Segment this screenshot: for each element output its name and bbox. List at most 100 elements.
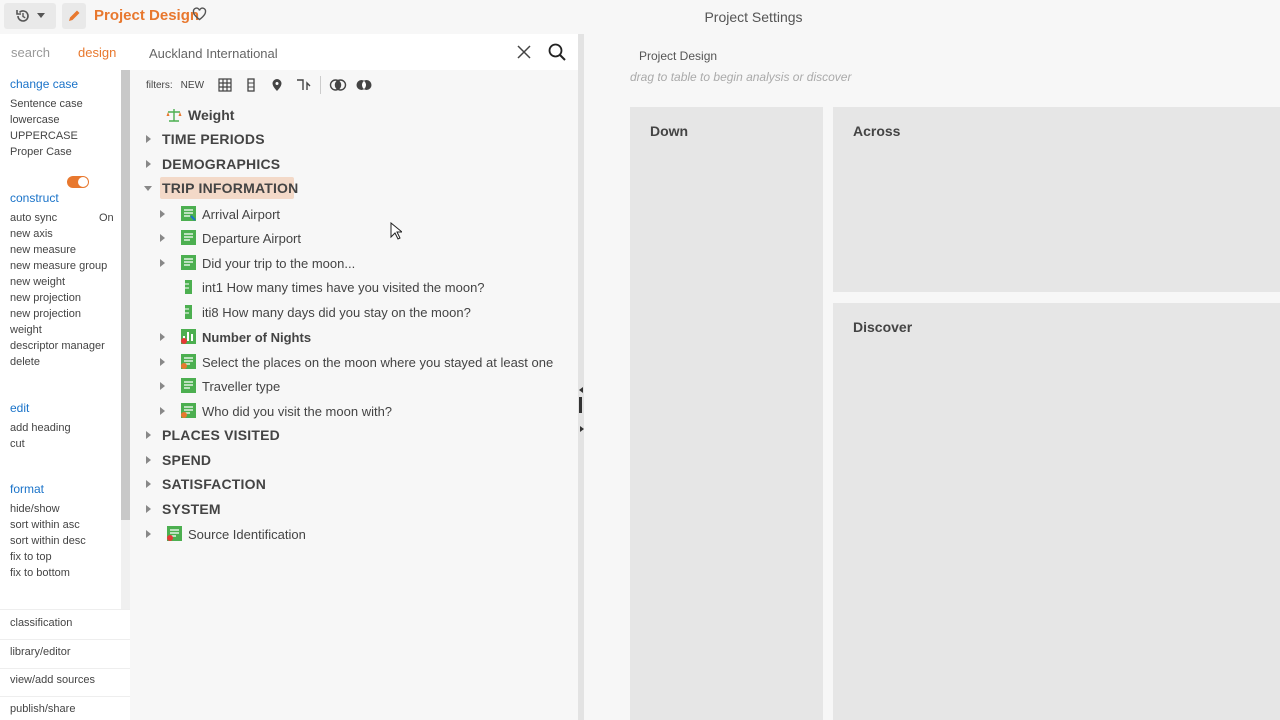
menu-hide-show[interactable]: hide/show [10,503,60,515]
zone-title: Down [650,123,689,139]
multi-variable-icon [181,403,196,418]
measure-icon[interactable] [294,76,312,94]
tree-group-spend[interactable]: SPEND [130,448,578,472]
tree-item-did-your-trip[interactable]: Did your trip to the moon... [130,251,578,275]
expand-arrow-icon[interactable] [146,135,151,143]
menu-new-projection-weight[interactable]: new projection [10,308,81,320]
link-view-add-sources[interactable]: view/add sources [10,674,95,686]
expand-arrow-icon[interactable] [146,505,151,513]
tree-item-int1[interactable]: int1 How many times have you visited the… [130,275,578,299]
link-classification[interactable]: classification [10,617,72,629]
menu-descriptor-manager[interactable]: descriptor manager [10,340,105,352]
tree-item-departure-airport[interactable]: Departure Airport [130,226,578,250]
filter-new-button[interactable]: NEW [181,80,208,91]
menu-uppercase[interactable]: UPPERCASE [10,130,78,142]
tree-group-label: TRIP INFORMATION [162,180,299,196]
menu-weight-suffix[interactable]: weight [10,324,42,336]
search-input[interactable] [149,43,509,63]
tree-item-arrival-airport[interactable]: Arrival Airport [130,202,578,226]
drop-zone-discover[interactable]: Discover [833,303,1280,720]
close-icon[interactable] [515,43,533,61]
expand-arrow-icon[interactable] [146,160,151,168]
drop-zone-down[interactable]: Down [630,107,823,720]
tree-item-number-of-nights[interactable]: Number of Nights [130,325,578,349]
tree-item-select-places[interactable]: Select the places on the moon where you … [130,350,578,374]
menu-new-measure-group[interactable]: new measure group [10,260,107,272]
menu-delete[interactable]: delete [10,356,40,368]
venn-icon[interactable] [329,76,347,94]
tree-label: iti8 How many days did you stay on the m… [202,304,471,320]
tree-group-label: DEMOGRAPHICS [162,156,281,172]
link-library-editor[interactable]: library/editor [10,646,71,658]
link-publish-share[interactable]: publish/share [10,703,75,715]
expand-arrow-icon[interactable] [160,382,165,390]
sidebar-menu: change case Sentence case lowercase UPPE… [0,70,121,610]
location-pin-icon[interactable] [268,76,286,94]
menu-sort-desc[interactable]: sort within desc [10,535,86,547]
tree-group-label: SPEND [162,452,212,468]
expand-arrow-icon[interactable] [146,456,151,464]
section-construct: construct [10,191,59,205]
tree-label: Number of Nights [202,329,312,345]
tree-group-label: SYSTEM [162,501,221,517]
canvas-hint: drag to table to begin analysis or disco… [630,70,852,84]
menu-sentence-case[interactable]: Sentence case [10,98,83,110]
expand-arrow-icon[interactable] [160,333,165,341]
menu-lowercase[interactable]: lowercase [10,114,60,126]
tree-group-system[interactable]: SYSTEM [130,497,578,521]
search-icon[interactable] [547,42,567,62]
collapse-left-icon[interactable] [579,387,583,393]
collapse-arrow-icon[interactable] [144,186,152,191]
menu-fix-top[interactable]: fix to top [10,551,52,563]
sidebar: search design change case Sentence case … [0,34,130,720]
tree-label: Weight [188,107,235,123]
menu-cut[interactable]: cut [10,438,25,450]
menu-add-heading[interactable]: add heading [10,422,71,434]
variable-browser: filters: NEW Weight TIME PERIODS DEMOGRA… [130,34,578,720]
expand-arrow-icon[interactable] [160,234,165,242]
tree-item-iti8[interactable]: iti8 How many days did you stay on the m… [130,300,578,324]
tree-group-demographics[interactable]: DEMOGRAPHICS [130,152,578,176]
tree-group-trip-information[interactable]: TRIP INFORMATION [130,176,578,200]
tree-item-weight[interactable]: Weight [130,103,578,127]
tree-label: Who did you visit the moon with? [202,403,393,419]
expand-arrow-icon[interactable] [160,259,165,267]
sidebar-scroll-thumb[interactable] [121,70,130,520]
menu-new-axis[interactable]: new axis [10,228,53,240]
sidebar-scrollbar[interactable] [121,70,130,610]
menu-proper-case[interactable]: Proper Case [10,146,72,158]
measure-variable-icon [185,305,192,319]
column-icon[interactable] [242,76,260,94]
contrast-icon[interactable] [355,76,373,94]
auto-sync-toggle[interactable] [67,176,89,188]
tree-group-label: TIME PERIODS [162,131,265,147]
tree-label: Arrival Airport [202,206,281,222]
expand-arrow-icon[interactable] [160,407,165,415]
menu-new-measure[interactable]: new measure [10,244,76,256]
tree-group-places-visited[interactable]: PLACES VISITED [130,423,578,447]
expand-arrow-icon[interactable] [160,358,165,366]
tree-item-who-did-you-visit[interactable]: Who did you visit the moon with? [130,399,578,423]
splitter-handle[interactable] [579,397,582,413]
tree-group-satisfaction[interactable]: SATISFACTION [130,472,578,496]
tab-design[interactable]: design [78,45,116,60]
tab-search[interactable]: search [11,45,50,60]
tree-label: Did your trip to the moon... [202,255,356,271]
expand-arrow-icon[interactable] [146,431,151,439]
tree-group-time-periods[interactable]: TIME PERIODS [130,127,578,151]
menu-sort-asc[interactable]: sort within asc [10,519,80,531]
menu-fix-bottom[interactable]: fix to bottom [10,567,70,579]
expand-arrow-icon[interactable] [146,480,151,488]
zone-title: Discover [853,319,913,335]
tree-item-source-identification[interactable]: Source Identification [130,522,578,546]
multi-variable-icon [181,354,196,369]
tree-item-traveller-type[interactable]: Traveller type [130,374,578,398]
drop-zone-across[interactable]: Across [833,107,1280,292]
expand-arrow-icon[interactable] [160,210,165,218]
expand-arrow-icon[interactable] [146,530,151,538]
menu-new-weight[interactable]: new weight [10,276,65,288]
canvas-label: Project Design [639,49,718,63]
section-format: format [10,482,45,496]
grid-icon[interactable] [216,76,234,94]
menu-new-projection[interactable]: new projection [10,292,81,304]
